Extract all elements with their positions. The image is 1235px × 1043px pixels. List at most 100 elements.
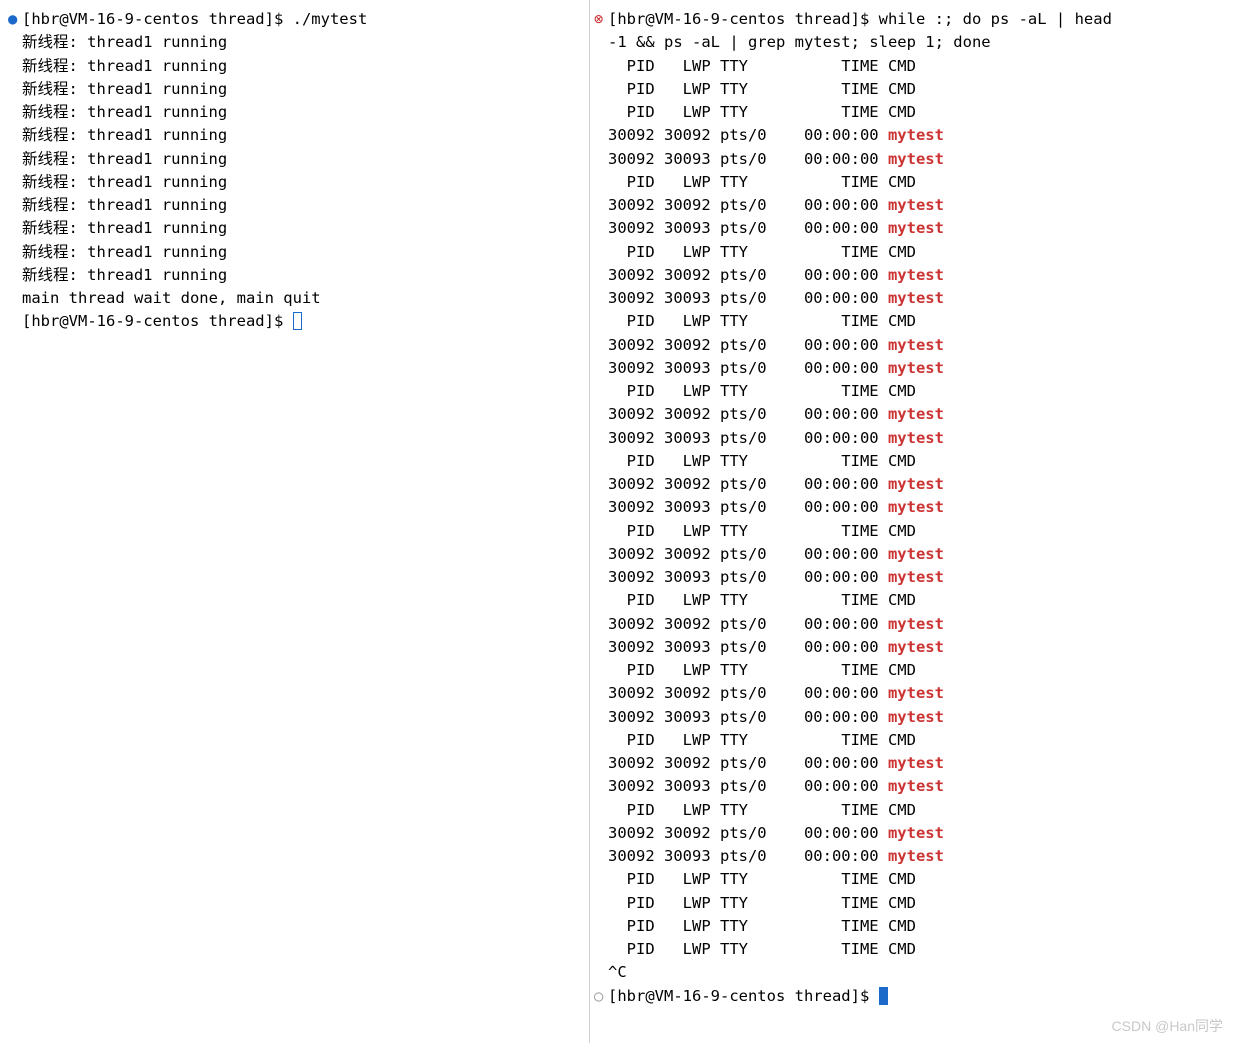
ps-row: 30092 30092 pts/0 00:00:00 xyxy=(608,266,888,284)
ps-row-line: 30092 30092 pts/0 00:00:00 mytest xyxy=(594,613,1235,636)
ps-row: 30092 30092 pts/0 00:00:00 xyxy=(608,545,888,563)
cursor-icon[interactable] xyxy=(879,987,888,1005)
ps-header: PID LWP TTY TIME CMD xyxy=(608,894,916,912)
ps-header: PID LWP TTY TIME CMD xyxy=(608,591,916,609)
thread-label: 新线程: xyxy=(22,57,87,75)
terminal-pane-left[interactable]: ●[hbr@VM-16-9-centos thread]$ ./mytest 新… xyxy=(0,0,590,1043)
ps-row: 30092 30093 pts/0 00:00:00 xyxy=(608,289,888,307)
ps-row-line: 30092 30093 pts/0 00:00:00 mytest xyxy=(594,287,1235,310)
ps-header: PID LWP TTY TIME CMD xyxy=(608,522,916,540)
grep-match: mytest xyxy=(888,638,944,656)
ps-row: 30092 30093 pts/0 00:00:00 xyxy=(608,638,888,656)
thread-output-line: 新线程: thread1 running xyxy=(8,78,589,101)
ps-header: PID LWP TTY TIME CMD xyxy=(608,312,916,330)
grep-match: mytest xyxy=(888,777,944,795)
command-text: while :; do ps -aL | head xyxy=(879,10,1112,28)
ps-header: PID LWP TTY TIME CMD xyxy=(608,917,916,935)
prompt-line: [hbr@VM-16-9-centos thread]$ xyxy=(8,310,589,333)
ps-header-line: PID LWP TTY TIME CMD xyxy=(594,938,1235,961)
grep-match: mytest xyxy=(888,708,944,726)
terminal-pane-right[interactable]: ⊗[hbr@VM-16-9-centos thread]$ while :; d… xyxy=(590,0,1235,1043)
prompt-line: ⊗[hbr@VM-16-9-centos thread]$ while :; d… xyxy=(594,8,1235,31)
ps-row-line: 30092 30092 pts/0 00:00:00 mytest xyxy=(594,124,1235,147)
ps-header: PID LWP TTY TIME CMD xyxy=(608,940,916,958)
grep-match: mytest xyxy=(888,336,944,354)
ps-header-line: PID LWP TTY TIME CMD xyxy=(594,520,1235,543)
ps-row-line: 30092 30093 pts/0 00:00:00 mytest xyxy=(594,566,1235,589)
cursor-icon[interactable] xyxy=(293,312,302,330)
ps-header-line: PID LWP TTY TIME CMD xyxy=(594,729,1235,752)
ps-header: PID LWP TTY TIME CMD xyxy=(608,801,916,819)
thread-output: thread1 running xyxy=(87,150,227,168)
ps-header-line: PID LWP TTY TIME CMD xyxy=(594,241,1235,264)
command-continuation: -1 && ps -aL | grep mytest; sleep 1; don… xyxy=(608,33,991,51)
ps-header-line: PID LWP TTY TIME CMD xyxy=(594,310,1235,333)
thread-label: 新线程: xyxy=(22,150,87,168)
ps-row-line: 30092 30093 pts/0 00:00:00 mytest xyxy=(594,496,1235,519)
thread-output-line: 新线程: thread1 running xyxy=(8,264,589,287)
ps-row-line: 30092 30093 pts/0 00:00:00 mytest xyxy=(594,427,1235,450)
ps-header: PID LWP TTY TIME CMD xyxy=(608,870,916,888)
grep-match: mytest xyxy=(888,219,944,237)
shell-prompt: [hbr@VM-16-9-centos thread]$ xyxy=(608,987,879,1005)
ps-row-line: 30092 30093 pts/0 00:00:00 mytest xyxy=(594,148,1235,171)
ps-row-line: 30092 30092 pts/0 00:00:00 mytest xyxy=(594,543,1235,566)
thread-label: 新线程: xyxy=(22,243,87,261)
ps-row-line: 30092 30093 pts/0 00:00:00 mytest xyxy=(594,217,1235,240)
status-dot-icon: ● xyxy=(8,8,22,31)
ps-row: 30092 30093 pts/0 00:00:00 xyxy=(608,219,888,237)
ps-row-line: 30092 30093 pts/0 00:00:00 mytest xyxy=(594,357,1235,380)
grep-match: mytest xyxy=(888,684,944,702)
thread-output: thread1 running xyxy=(87,219,227,237)
ps-header: PID LWP TTY TIME CMD xyxy=(608,661,916,679)
done-line: main thread wait done, main quit xyxy=(8,287,589,310)
shell-prompt: [hbr@VM-16-9-centos thread]$ xyxy=(22,312,293,330)
ps-row-line: 30092 30092 pts/0 00:00:00 mytest xyxy=(594,682,1235,705)
thread-label: 新线程: xyxy=(22,266,87,284)
shell-prompt: [hbr@VM-16-9-centos thread]$ xyxy=(608,10,879,28)
ps-header-line: PID LWP TTY TIME CMD xyxy=(594,78,1235,101)
ps-row: 30092 30093 pts/0 00:00:00 xyxy=(608,568,888,586)
thread-output-line: 新线程: thread1 running xyxy=(8,124,589,147)
ps-row-line: 30092 30093 pts/0 00:00:00 mytest xyxy=(594,636,1235,659)
ps-header-line: PID LWP TTY TIME CMD xyxy=(594,799,1235,822)
grep-match: mytest xyxy=(888,429,944,447)
status-idle-icon: ○ xyxy=(594,985,608,1008)
ps-row: 30092 30093 pts/0 00:00:00 xyxy=(608,708,888,726)
shell-prompt: [hbr@VM-16-9-centos thread]$ xyxy=(22,10,293,28)
thread-label: 新线程: xyxy=(22,126,87,144)
thread-output-line: 新线程: thread1 running xyxy=(8,241,589,264)
ps-header-line: PID LWP TTY TIME CMD xyxy=(594,380,1235,403)
ps-header-line: PID LWP TTY TIME CMD xyxy=(594,171,1235,194)
ps-row-line: 30092 30093 pts/0 00:00:00 mytest xyxy=(594,775,1235,798)
ps-header-line: PID LWP TTY TIME CMD xyxy=(594,892,1235,915)
thread-label: 新线程: xyxy=(22,219,87,237)
grep-match: mytest xyxy=(888,196,944,214)
main-done-text: main thread wait done, main quit xyxy=(22,289,321,307)
ps-header: PID LWP TTY TIME CMD xyxy=(608,173,916,191)
ps-header-line: PID LWP TTY TIME CMD xyxy=(594,450,1235,473)
grep-match: mytest xyxy=(888,475,944,493)
ps-header-line: PID LWP TTY TIME CMD xyxy=(594,868,1235,891)
grep-match: mytest xyxy=(888,754,944,772)
ps-row-line: 30092 30092 pts/0 00:00:00 mytest xyxy=(594,473,1235,496)
ps-header: PID LWP TTY TIME CMD xyxy=(608,382,916,400)
ps-row: 30092 30093 pts/0 00:00:00 xyxy=(608,429,888,447)
ps-row: 30092 30092 pts/0 00:00:00 xyxy=(608,684,888,702)
ps-row-line: 30092 30093 pts/0 00:00:00 mytest xyxy=(594,845,1235,868)
ps-row-line: 30092 30092 pts/0 00:00:00 mytest xyxy=(594,403,1235,426)
thread-output: thread1 running xyxy=(87,173,227,191)
grep-match: mytest xyxy=(888,289,944,307)
thread-output-line: 新线程: thread1 running xyxy=(8,55,589,78)
grep-match: mytest xyxy=(888,615,944,633)
grep-match: mytest xyxy=(888,545,944,563)
ps-row-line: 30092 30092 pts/0 00:00:00 mytest xyxy=(594,822,1235,845)
thread-output: thread1 running xyxy=(87,126,227,144)
ps-header-line: PID LWP TTY TIME CMD xyxy=(594,589,1235,612)
ps-row: 30092 30093 pts/0 00:00:00 xyxy=(608,498,888,516)
status-error-icon: ⊗ xyxy=(594,8,608,31)
thread-output-line: 新线程: thread1 running xyxy=(8,31,589,54)
thread-output: thread1 running xyxy=(87,80,227,98)
ps-row: 30092 30093 pts/0 00:00:00 xyxy=(608,359,888,377)
prompt-line: ●[hbr@VM-16-9-centos thread]$ ./mytest xyxy=(8,8,589,31)
